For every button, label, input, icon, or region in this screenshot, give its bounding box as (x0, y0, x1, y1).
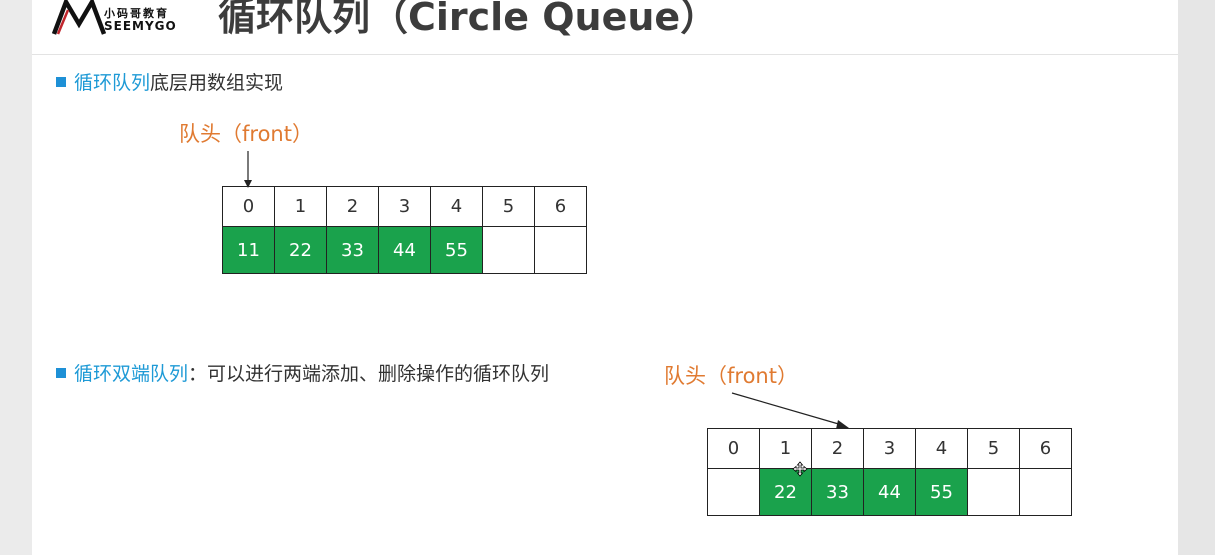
array-index-cell: 4 (430, 186, 483, 227)
array-index-cell: 2 (326, 186, 379, 227)
array-index-cell: 5 (967, 428, 1020, 469)
logo-m-icon (52, 0, 106, 35)
array-circle-deque: 0123456 22 33 44 55 (707, 428, 1072, 516)
move-cursor-icon (792, 461, 808, 477)
slide-canvas: 小码哥教育 SEEMYGO 循环队列（Circle Queue） 循环队列 底层… (32, 0, 1178, 555)
array-index-cell: 6 (1019, 428, 1072, 469)
array-index-row: 0123456 (222, 186, 587, 227)
array-value-cell: 11 (222, 226, 275, 274)
array-value-cell: 33 (326, 226, 379, 274)
array-value-cell (967, 468, 1020, 516)
logo: 小码哥教育 SEEMYGO (52, 0, 202, 36)
array-index-row: 0123456 (707, 428, 1072, 469)
bullet-square-icon (56, 367, 66, 378)
array-index-cell: 1 (274, 186, 327, 227)
array-value-cell (482, 226, 535, 274)
array-circle-queue: 0123456 11 22 33 44 55 (222, 186, 587, 274)
keyword-circle-deque: 循环双端队列 (74, 363, 189, 385)
array-value-row: 11 22 33 44 55 (222, 226, 587, 274)
title-bar: 小码哥教育 SEEMYGO 循环队列（Circle Queue） (32, 0, 1178, 55)
array-index-cell: 0 (707, 428, 760, 469)
bullet-square-icon (56, 76, 66, 87)
array-index-cell: 5 (482, 186, 535, 227)
description-circle-queue: 底层用数组实现 (150, 72, 284, 94)
array-index-cell: 6 (534, 186, 587, 227)
front-arrow-1 (244, 151, 252, 188)
array-value-cell: 44 (863, 468, 916, 516)
description-circle-deque: ：可以进行两端添加、删除操作的循环队列 (188, 363, 550, 385)
keyword-circle-queue: 循环队列 (74, 72, 151, 94)
front-label-2: 队头（front） (664, 364, 798, 388)
array-index-cell: 2 (811, 428, 864, 469)
array-value-cell: 44 (378, 226, 431, 274)
array-value-cell (707, 468, 760, 516)
bullet-circle-deque: 循环双端队列 ：可以进行两端添加、删除操作的循环队列 (56, 359, 549, 386)
array-index-cell: 3 (378, 186, 431, 227)
array-index-cell: 4 (915, 428, 968, 469)
array-value-cell: 22 (274, 226, 327, 274)
page-title: 循环队列（Circle Queue） (218, 0, 719, 39)
array-value-cell: 33 (811, 468, 864, 516)
array-index-cell: 3 (863, 428, 916, 469)
array-value-row: 22 33 44 55 (707, 468, 1072, 516)
array-value-cell (1019, 468, 1072, 516)
array-value-cell: 55 (915, 468, 968, 516)
logo-en-text: SEEMYGO (104, 19, 177, 33)
front-label-1: 队头（front） (179, 122, 313, 146)
window-scroll-strip[interactable] (1178, 0, 1215, 555)
array-index-cell: 0 (222, 186, 275, 227)
bullet-circle-queue: 循环队列 底层用数组实现 (56, 68, 283, 95)
array-value-cell: 55 (430, 226, 483, 274)
array-value-cell (534, 226, 587, 274)
